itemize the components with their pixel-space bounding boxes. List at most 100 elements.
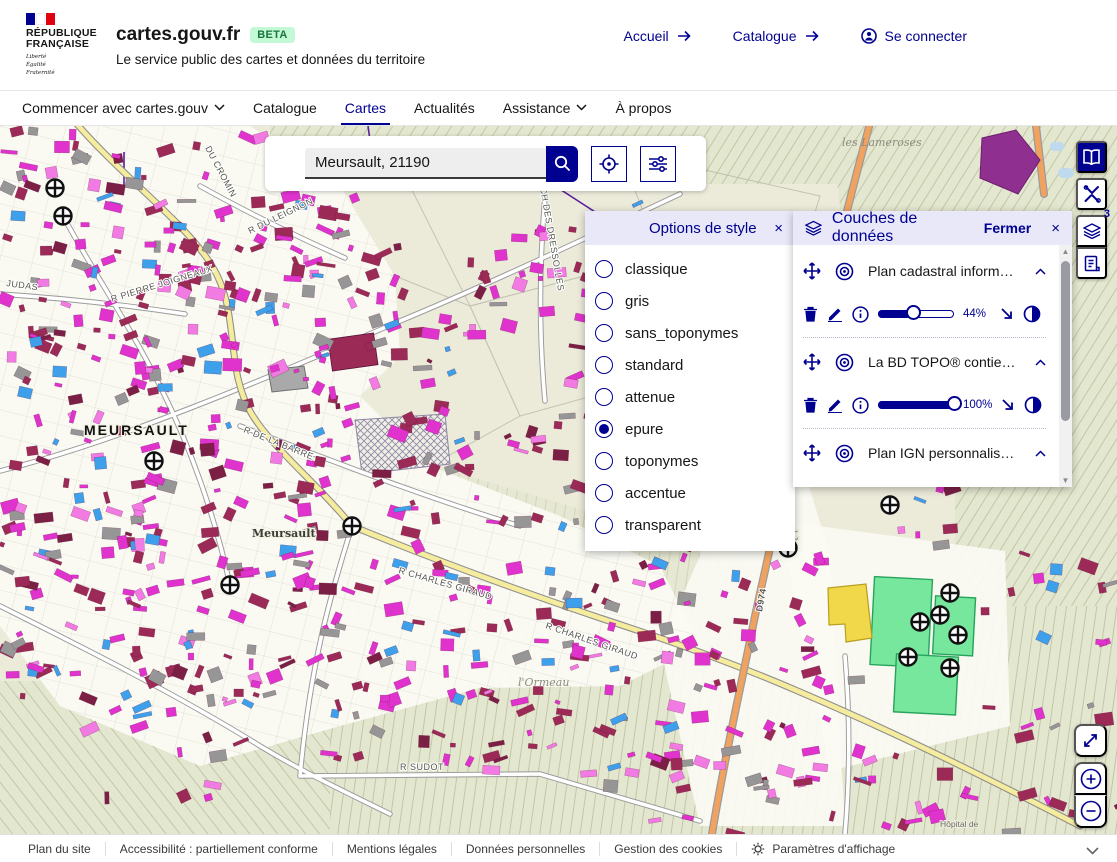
contrast-icon[interactable] xyxy=(1023,305,1041,323)
locate-button[interactable] xyxy=(591,146,627,182)
layer-info-icon[interactable] xyxy=(852,306,869,323)
close-icon[interactable]: × xyxy=(774,221,783,236)
layers-icon xyxy=(805,220,822,236)
chevron-down-icon xyxy=(214,104,225,111)
chevron-up-icon[interactable] xyxy=(1035,359,1046,366)
opacity-slider[interactable] xyxy=(878,310,954,318)
scrollbar-thumb[interactable] xyxy=(1061,261,1070,421)
nav-item-assistance[interactable]: Assistance xyxy=(489,90,602,125)
visibility-eye-icon[interactable] xyxy=(835,353,854,372)
motto-egalite: Égalité xyxy=(26,62,46,68)
republique-line2: FRANÇAISE xyxy=(26,38,89,50)
radio-icon[interactable] xyxy=(595,292,613,310)
opacity-value: 44% xyxy=(963,308,991,320)
slider-thumb[interactable] xyxy=(906,305,921,320)
nav-item-actualites[interactable]: Actualités xyxy=(400,90,489,125)
delete-layer-icon[interactable] xyxy=(803,397,818,413)
opacity-slider[interactable] xyxy=(878,401,954,409)
header-link-se-connecter[interactable]: Se connecter xyxy=(861,28,968,44)
style-option-epure[interactable]: epure xyxy=(595,413,795,445)
legend-icon xyxy=(1084,255,1100,272)
arrow-right-icon xyxy=(805,30,819,42)
edit-layer-icon[interactable] xyxy=(827,397,843,413)
search-button[interactable] xyxy=(546,146,578,182)
nav-item-catalogue[interactable]: Catalogue xyxy=(239,90,331,125)
tools-button[interactable] xyxy=(1076,178,1107,210)
zoom-to-extent-icon[interactable] xyxy=(1000,307,1014,321)
style-option-accentue[interactable]: accentue xyxy=(595,477,795,509)
header-link-accueil[interactable]: Accueil xyxy=(624,28,691,44)
radio-selected-icon[interactable] xyxy=(595,420,613,438)
layer-title[interactable]: Plan cadastral informat... xyxy=(868,263,1021,279)
style-option-transparent[interactable]: transparent xyxy=(595,509,795,541)
panel-scrollbar[interactable]: ▲ ▼ xyxy=(1059,245,1072,487)
radio-icon[interactable] xyxy=(595,484,613,502)
visibility-eye-icon[interactable] xyxy=(835,444,854,463)
contrast-icon[interactable] xyxy=(1024,396,1042,414)
header-link-catalogue[interactable]: Catalogue xyxy=(733,28,819,44)
map-catalog-button[interactable] xyxy=(1076,141,1107,173)
radio-icon[interactable] xyxy=(595,356,613,374)
tools-icon xyxy=(1083,185,1101,203)
minus-circle-icon xyxy=(1080,800,1102,822)
main-nav: Commencer avec cartes.gouv Catalogue Car… xyxy=(0,90,1117,126)
zoom-out-button[interactable] xyxy=(1074,795,1107,828)
move-layer-handle[interactable] xyxy=(803,444,821,462)
chevron-up-icon[interactable] xyxy=(1035,268,1046,275)
fullscreen-button[interactable] xyxy=(1074,724,1107,757)
style-option-attenue[interactable]: attenue xyxy=(595,381,795,413)
visibility-eye-icon[interactable] xyxy=(835,262,854,281)
delete-layer-icon[interactable] xyxy=(803,306,818,322)
radio-icon[interactable] xyxy=(595,516,613,534)
radio-icon[interactable] xyxy=(595,452,613,470)
footer-display-settings[interactable]: Paramètres d'affichage xyxy=(736,842,909,856)
search-input[interactable] xyxy=(305,148,546,179)
layer-title[interactable]: La BD TOPO® contient ... xyxy=(868,354,1021,370)
close-panel-button[interactable]: Fermer xyxy=(984,220,1031,236)
footer-link-accessibilite[interactable]: Accessibilité : partiellement conforme xyxy=(105,842,332,856)
motto-fraternite: Fraternité xyxy=(26,70,55,76)
user-icon xyxy=(861,28,877,44)
nav-item-cartes[interactable]: Cartes xyxy=(331,90,400,125)
footer-link-gestion-cookies[interactable]: Gestion des cookies xyxy=(599,842,736,856)
radio-icon[interactable] xyxy=(595,260,613,278)
move-layer-handle[interactable] xyxy=(803,262,821,280)
filters-button[interactable] xyxy=(640,146,676,182)
legend-button[interactable] xyxy=(1076,247,1107,279)
edit-layer-icon[interactable] xyxy=(827,306,843,322)
zoom-in-button[interactable] xyxy=(1074,762,1107,795)
map-label-hopital: Hôpital de xyxy=(940,819,979,829)
footer-link-donnees-personnelles[interactable]: Données personnelles xyxy=(451,842,599,856)
scroll-up-icon[interactable]: ▲ xyxy=(1059,245,1072,258)
move-layer-handle[interactable] xyxy=(803,353,821,371)
gouv-logo: RÉPUBLIQUEFRANÇAISE Liberté Égalité Frat… xyxy=(26,13,88,78)
radio-icon[interactable] xyxy=(595,388,613,406)
style-option-standard[interactable]: standard xyxy=(595,349,795,381)
layer-title[interactable]: Plan IGN personnalisab... xyxy=(868,445,1021,461)
style-option-classique[interactable]: classique xyxy=(595,253,795,285)
nav-item-a-propos[interactable]: À propos xyxy=(601,90,685,125)
close-icon[interactable]: × xyxy=(1051,221,1060,236)
chevron-up-icon[interactable] xyxy=(1035,450,1046,457)
slider-thumb[interactable] xyxy=(947,396,962,411)
map-label-sudot: R SUDOT xyxy=(400,762,444,772)
nav-item-commencer[interactable]: Commencer avec cartes.gouv xyxy=(8,90,239,125)
footer-link-plan-du-site[interactable]: Plan du site xyxy=(14,842,105,856)
style-option-toponymes[interactable]: toponymes xyxy=(595,445,795,477)
radio-icon[interactable] xyxy=(595,324,613,342)
site-title[interactable]: cartes.gouv.fr xyxy=(116,24,240,46)
site-footer: Plan du site Accessibilité : partielleme… xyxy=(0,834,1117,862)
layers-button[interactable] xyxy=(1076,215,1107,247)
map-canvas[interactable]: MEURSAULT Meursault Meursault les Lamero… xyxy=(0,126,1117,834)
french-flag-icon xyxy=(26,13,88,25)
locate-icon xyxy=(599,154,619,174)
scroll-down-icon[interactable]: ▼ xyxy=(1059,474,1072,487)
footer-link-mentions-legales[interactable]: Mentions légales xyxy=(332,842,451,856)
layer-info-icon[interactable] xyxy=(852,397,869,414)
zoom-to-extent-icon[interactable] xyxy=(1001,398,1015,412)
map-label-lameroses: les Lameroses xyxy=(842,136,922,149)
footer-collapse-button[interactable] xyxy=(1086,842,1099,860)
style-option-sans-toponymes[interactable]: sans_toponymes xyxy=(595,317,795,349)
search-panel xyxy=(265,136,706,191)
style-option-gris[interactable]: gris xyxy=(595,285,795,317)
